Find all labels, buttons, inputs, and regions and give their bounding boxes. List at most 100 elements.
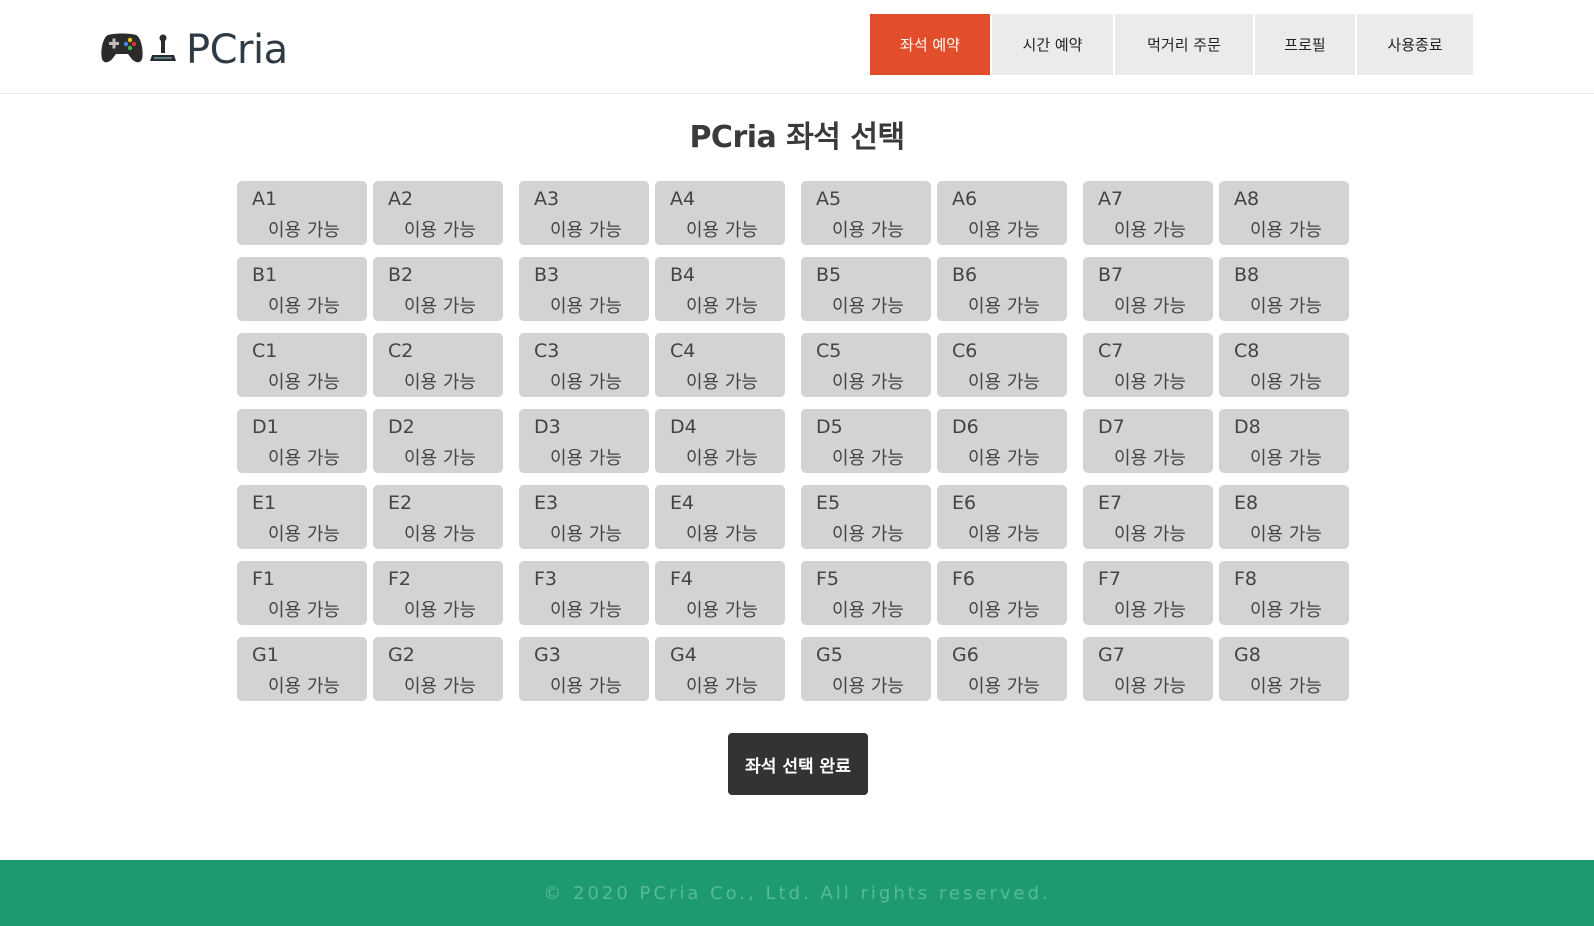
seat-status: 이용 가능	[404, 676, 476, 697]
seat-d5[interactable]: D5 이용 가능	[801, 409, 931, 473]
seat-status: 이용 가능	[968, 524, 1040, 545]
seat-id: B1	[252, 264, 278, 286]
seat-c7[interactable]: C7 이용 가능	[1083, 333, 1213, 397]
nav-food-order[interactable]: 먹거리 주문	[1115, 14, 1253, 75]
seat-row: B1 이용 가능 B2 이용 가능 B3 이용 가능 B4 이용 가능 B5 이용 가능 B6 이용 …	[237, 257, 1355, 321]
seat-c6[interactable]: C6 이용 가능	[937, 333, 1067, 397]
seat-f2[interactable]: F2 이용 가능	[373, 561, 503, 625]
seat-g7[interactable]: G7 이용 가능	[1083, 637, 1213, 701]
seat-a6[interactable]: A6 이용 가능	[937, 181, 1067, 245]
seat-status: 이용 가능	[968, 600, 1040, 621]
seat-status: 이용 가능	[968, 296, 1040, 317]
nav-profile[interactable]: 프로필	[1255, 14, 1355, 75]
seat-status: 이용 가능	[686, 600, 758, 621]
seat-g8[interactable]: G8 이용 가능	[1219, 637, 1349, 701]
seat-g1[interactable]: G1 이용 가능	[237, 637, 367, 701]
seat-a2[interactable]: A2 이용 가능	[373, 181, 503, 245]
seat-id: D4	[670, 416, 697, 438]
seat-f6[interactable]: F6 이용 가능	[937, 561, 1067, 625]
seat-d6[interactable]: D6 이용 가능	[937, 409, 1067, 473]
seat-a3[interactable]: A3 이용 가능	[519, 181, 649, 245]
seat-id: F2	[388, 568, 412, 590]
seat-g2[interactable]: G2 이용 가능	[373, 637, 503, 701]
confirm-seat-button[interactable]: 좌석 선택 완료	[728, 733, 868, 795]
seat-row: D1 이용 가능 D2 이용 가능 D3 이용 가능 D4 이용 가능 D5 이용 가능 D6 이용 …	[237, 409, 1355, 473]
seat-e4[interactable]: E4 이용 가능	[655, 485, 785, 549]
seat-e8[interactable]: E8 이용 가능	[1219, 485, 1349, 549]
brand-logo[interactable]: PCria	[100, 27, 288, 73]
seat-id: D6	[952, 416, 979, 438]
seat-f1[interactable]: F1 이용 가능	[237, 561, 367, 625]
seat-status: 이용 가능	[268, 524, 340, 545]
seat-id: B7	[1098, 264, 1124, 286]
seat-d2[interactable]: D2 이용 가능	[373, 409, 503, 473]
seat-a1[interactable]: A1 이용 가능	[237, 181, 367, 245]
seat-id: E7	[1098, 492, 1123, 514]
seat-id: D3	[534, 416, 561, 438]
nav-time-reservation[interactable]: 시간 예약	[992, 14, 1113, 75]
seat-g5[interactable]: G5 이용 가능	[801, 637, 931, 701]
seat-status: 이용 가능	[1114, 296, 1186, 317]
nav-logout[interactable]: 사용종료	[1357, 14, 1473, 75]
seat-a4[interactable]: A4 이용 가능	[655, 181, 785, 245]
seat-f5[interactable]: F5 이용 가능	[801, 561, 931, 625]
seat-c3[interactable]: C3 이용 가능	[519, 333, 649, 397]
seat-status: 이용 가능	[404, 372, 476, 393]
seat-id: D7	[1098, 416, 1125, 438]
seat-id: B4	[670, 264, 696, 286]
seat-c1[interactable]: C1 이용 가능	[237, 333, 367, 397]
seat-b6[interactable]: B6 이용 가능	[937, 257, 1067, 321]
seat-e3[interactable]: E3 이용 가능	[519, 485, 649, 549]
seat-g3[interactable]: G3 이용 가능	[519, 637, 649, 701]
seat-f8[interactable]: F8 이용 가능	[1219, 561, 1349, 625]
seat-b8[interactable]: B8 이용 가능	[1219, 257, 1349, 321]
seat-f7[interactable]: F7 이용 가능	[1083, 561, 1213, 625]
seat-status: 이용 가능	[404, 220, 476, 241]
seat-e1[interactable]: E1 이용 가능	[237, 485, 367, 549]
seat-g4[interactable]: G4 이용 가능	[655, 637, 785, 701]
seat-status: 이용 가능	[1250, 600, 1322, 621]
seat-row: C1 이용 가능 C2 이용 가능 C3 이용 가능 C4 이용 가능 C5 이용 가능 C6 이용 …	[237, 333, 1355, 397]
seat-status: 이용 가능	[832, 448, 904, 469]
seat-id: E3	[534, 492, 559, 514]
seat-e2[interactable]: E2 이용 가능	[373, 485, 503, 549]
seat-id: G1	[252, 644, 279, 666]
seat-e6[interactable]: E6 이용 가능	[937, 485, 1067, 549]
seat-row: G1 이용 가능 G2 이용 가능 G3 이용 가능 G4 이용 가능 G5 이용 가능 G6 이용 …	[237, 637, 1355, 701]
seat-b3[interactable]: B3 이용 가능	[519, 257, 649, 321]
seat-d3[interactable]: D3 이용 가능	[519, 409, 649, 473]
seat-f4[interactable]: F4 이용 가능	[655, 561, 785, 625]
seat-b2[interactable]: B2 이용 가능	[373, 257, 503, 321]
seat-d1[interactable]: D1 이용 가능	[237, 409, 367, 473]
seat-b1[interactable]: B1 이용 가능	[237, 257, 367, 321]
seat-b7[interactable]: B7 이용 가능	[1083, 257, 1213, 321]
seat-b4[interactable]: B4 이용 가능	[655, 257, 785, 321]
seat-e7[interactable]: E7 이용 가능	[1083, 485, 1213, 549]
seat-d7[interactable]: D7 이용 가능	[1083, 409, 1213, 473]
seat-d4[interactable]: D4 이용 가능	[655, 409, 785, 473]
seat-status: 이용 가능	[1250, 296, 1322, 317]
seat-status: 이용 가능	[550, 676, 622, 697]
seat-a7[interactable]: A7 이용 가능	[1083, 181, 1213, 245]
seat-c8[interactable]: C8 이용 가능	[1219, 333, 1349, 397]
seat-id: C2	[388, 340, 414, 362]
seat-a5[interactable]: A5 이용 가능	[801, 181, 931, 245]
seat-d8[interactable]: D8 이용 가능	[1219, 409, 1349, 473]
seat-id: D5	[816, 416, 843, 438]
seat-id: A4	[670, 188, 696, 210]
seat-c5[interactable]: C5 이용 가능	[801, 333, 931, 397]
seat-id: B5	[816, 264, 842, 286]
seat-e5[interactable]: E5 이용 가능	[801, 485, 931, 549]
seat-id: A5	[816, 188, 842, 210]
seat-g6[interactable]: G6 이용 가능	[937, 637, 1067, 701]
seat-row: F1 이용 가능 F2 이용 가능 F3 이용 가능 F4 이용 가능 F5 이용 가능 F6 이용 …	[237, 561, 1355, 625]
site-header: PCria 좌석 예약 시간 예약 먹거리 주문 프로필 사용종료	[0, 0, 1594, 94]
seat-c4[interactable]: C4 이용 가능	[655, 333, 785, 397]
nav-seat-reservation[interactable]: 좌석 예약	[870, 14, 990, 75]
seat-b5[interactable]: B5 이용 가능	[801, 257, 931, 321]
seat-id: A8	[1234, 188, 1260, 210]
page-title: PCria 좌석 선택	[689, 120, 905, 155]
seat-c2[interactable]: C2 이용 가능	[373, 333, 503, 397]
seat-f3[interactable]: F3 이용 가능	[519, 561, 649, 625]
seat-a8[interactable]: A8 이용 가능	[1219, 181, 1349, 245]
